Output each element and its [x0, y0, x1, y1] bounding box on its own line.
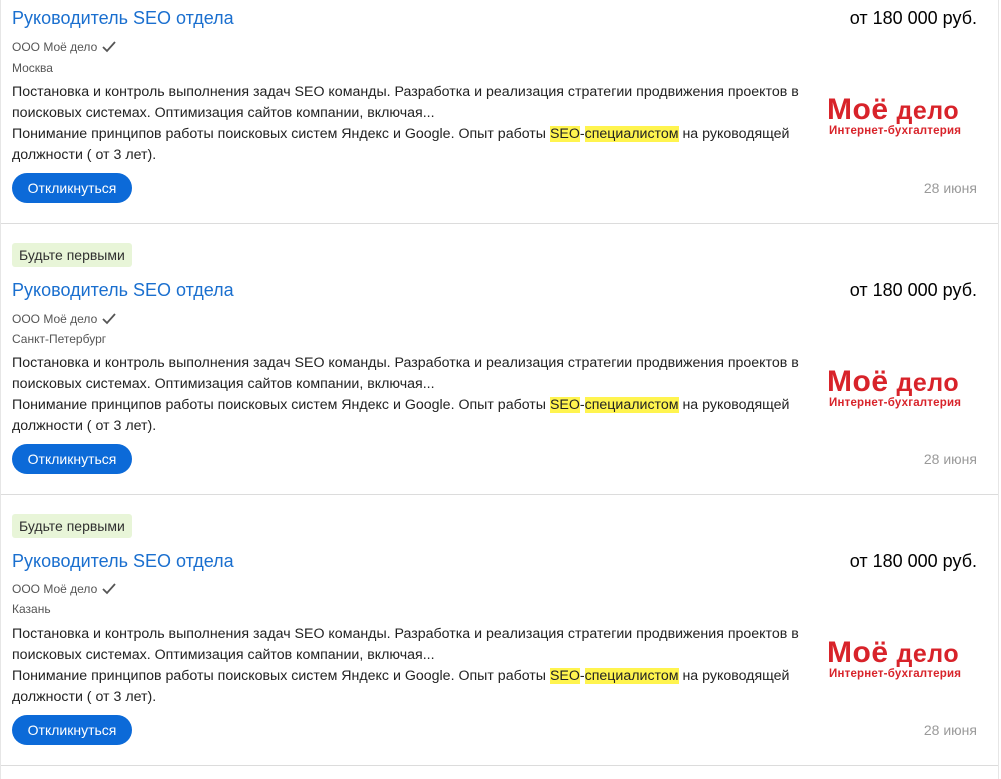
logo-subtitle: Интернет-бухгалтерия: [829, 125, 962, 137]
verified-check-icon: [102, 41, 116, 53]
respond-button[interactable]: Откликнуться: [12, 444, 132, 474]
company-name[interactable]: ООО Моё дело: [12, 312, 117, 326]
logo-text-moe: Моё: [827, 365, 889, 398]
highlight-dash: -: [579, 397, 585, 413]
vacancy-title-link[interactable]: Руководитель SEO отдела: [12, 280, 234, 301]
requirements-text: Понимание принципов работы поисковых сис…: [12, 668, 550, 684]
vacancy-title-link[interactable]: Руководитель SEO отдела: [12, 8, 234, 29]
vacancy-date: 28 июня: [923, 451, 977, 467]
vacancy-date: 28 июня: [923, 722, 977, 738]
company-name[interactable]: ООО Моё дело: [12, 582, 117, 596]
vacancy-salary: от 180 000 руб.: [849, 8, 977, 28]
logo-subtitle: Интернет-бухгалтерия: [829, 397, 962, 409]
company-name-label[interactable]: ООО Моё дело: [12, 582, 97, 596]
vacancy-city: Казань: [12, 602, 51, 616]
logo-text-delo: дело: [896, 369, 960, 397]
vacancy-city: Санкт-Петербург: [12, 332, 107, 346]
vacancy-requirements: Понимание принципов работы поисковых сис…: [12, 124, 802, 166]
vacancy-responsibilities: Постановка и контроль выполнения задач S…: [12, 84, 799, 121]
vacancy-title-link[interactable]: Руководитель SEO отдела: [12, 551, 234, 572]
highlight-seo: SEO: [549, 126, 580, 142]
logo-text-moe: Моё: [827, 636, 889, 669]
respond-button[interactable]: Откликнуться: [12, 715, 132, 745]
highlight-dash: -: [579, 126, 585, 142]
highlight-specialist: специалистом: [584, 668, 679, 684]
vacancy-list: Руководитель SEO отдела от 180 000 руб. …: [0, 0, 999, 779]
vacancy-date: 28 июня: [923, 180, 977, 196]
vacancy-requirements: Понимание принципов работы поисковых сис…: [12, 666, 802, 708]
highlight-dash: -: [579, 668, 585, 684]
vacancy-description: Постановка и контроль выполнения задач S…: [12, 624, 802, 708]
logo-text-moe: Моё: [827, 93, 889, 126]
logo-text-delo: дело: [896, 97, 960, 125]
company-logo[interactable]: Моё дело Интернет-бухгалтерия: [827, 93, 973, 144]
company-name-label[interactable]: ООО Моё дело: [12, 40, 97, 54]
highlight-specialist: специалистом: [584, 126, 679, 142]
highlight-specialist: специалистом: [584, 397, 679, 413]
vacancy-responsibilities: Постановка и контроль выполнения задач S…: [12, 626, 799, 663]
vacancy-salary: от 180 000 руб.: [849, 551, 977, 571]
vacancy-requirements: Понимание принципов работы поисковых сис…: [12, 395, 802, 437]
vacancy-card: Руководитель SEO отдела от 180 000 руб. …: [1, 0, 998, 224]
respond-button[interactable]: Откликнуться: [12, 173, 132, 203]
vacancy-card: Будьте первыми Руководитель SEO отдела о…: [1, 494, 998, 766]
company-name[interactable]: ООО Моё дело: [12, 40, 117, 54]
vacancy-description: Постановка и контроль выполнения задач S…: [12, 353, 802, 437]
verified-check-icon: [102, 313, 116, 325]
highlight-seo: SEO: [549, 668, 580, 684]
be-first-badge: Будьте первыми: [12, 243, 132, 267]
highlight-seo: SEO: [549, 397, 580, 413]
company-logo[interactable]: Моё дело Интернет-бухгалтерия: [827, 636, 973, 687]
company-logo[interactable]: Моё дело Интернет-бухгалтерия: [827, 365, 973, 416]
vacancy-city: Москва: [12, 61, 53, 75]
vacancy-salary: от 180 000 руб.: [849, 280, 977, 300]
vacancy-card: Будьте первыми Руководитель SEO отдела о…: [1, 223, 998, 495]
be-first-badge: Будьте первыми: [12, 514, 132, 538]
logo-subtitle: Интернет-бухгалтерия: [829, 668, 962, 680]
vacancy-responsibilities: Постановка и контроль выполнения задач S…: [12, 355, 799, 392]
requirements-text: Понимание принципов работы поисковых сис…: [12, 126, 550, 142]
vacancy-description: Постановка и контроль выполнения задач S…: [12, 82, 802, 166]
verified-check-icon: [102, 583, 116, 595]
logo-text-delo: дело: [896, 640, 960, 668]
requirements-text: Понимание принципов работы поисковых сис…: [12, 397, 550, 413]
company-name-label[interactable]: ООО Моё дело: [12, 312, 97, 326]
